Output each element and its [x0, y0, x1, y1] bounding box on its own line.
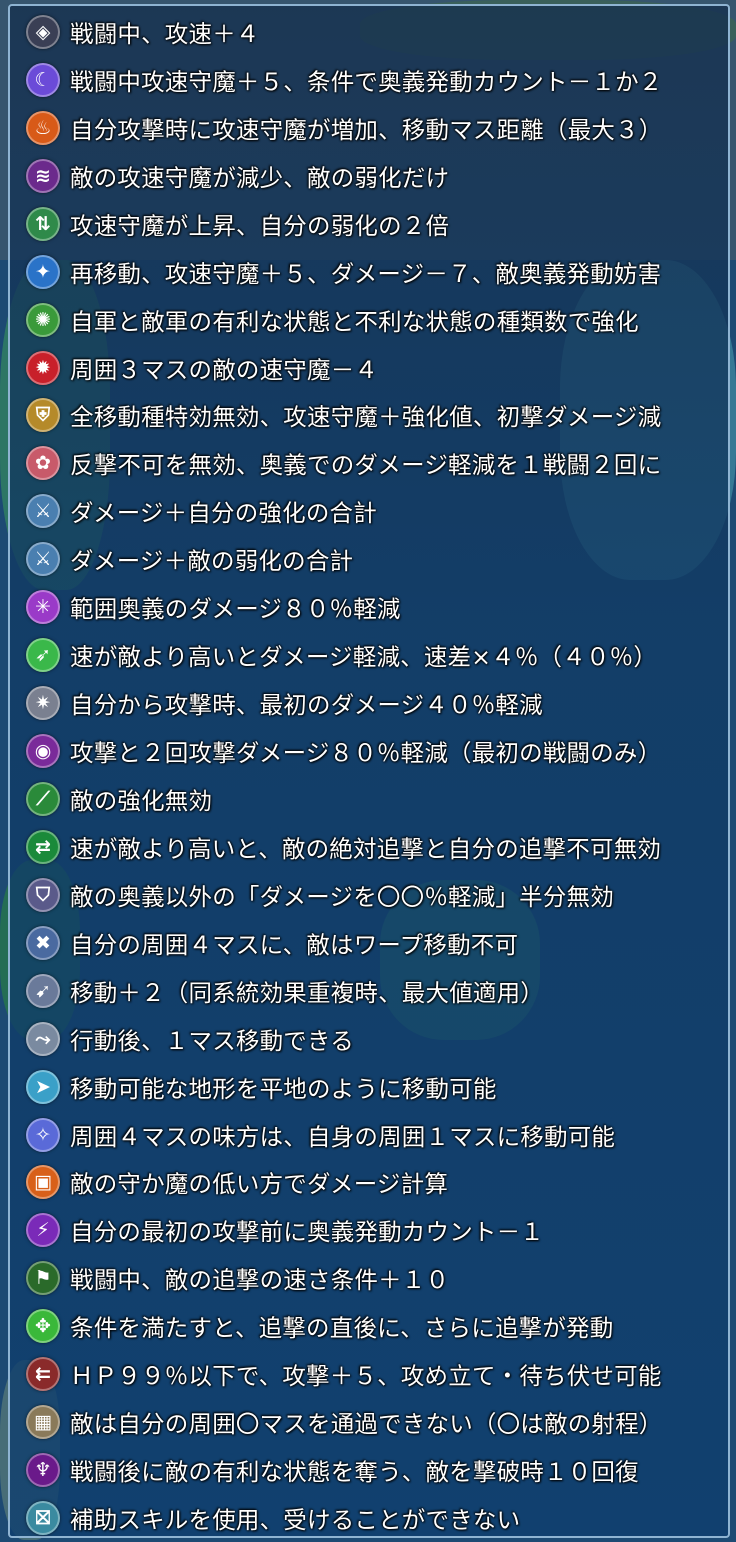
- skill-text: 再移動、攻速守魔＋５、ダメージ－７、敵奥義発動妨害: [70, 259, 662, 288]
- assist-block-icon: ⛝: [26, 1501, 60, 1536]
- flame-icon: ♨: [26, 110, 60, 145]
- skill-row: ♨ 自分攻撃時に攻速守魔が増加、移動マス距離（最大３）: [12, 104, 726, 152]
- warp-block-icon: ✖: [26, 925, 60, 960]
- pink-seal-icon: ✿: [26, 446, 60, 481]
- green-compass-icon: ✥: [26, 1309, 60, 1344]
- skill-row: ✦ 再移動、攻速守魔＋５、ダメージ－７、敵奥義発動妨害: [12, 248, 726, 296]
- golden-shield-icon: ⛨: [26, 398, 60, 433]
- skill-text: 条件を満たすと、追撃の直後に、さらに追撃が発動: [70, 1314, 614, 1343]
- skill-row: ⇇ ＨＰ９９％以下で、攻撃＋５、攻め立て・待ち伏せ可能: [12, 1350, 726, 1398]
- skill-row: ⚔ ダメージ＋自分の強化の合計: [12, 487, 726, 535]
- skill-row: ☾ 戦闘中攻速守魔＋５、条件で奥義発動カウント－１か２: [12, 56, 726, 104]
- shield-mark-icon: ⛉: [26, 877, 60, 912]
- purple-wand-icon: ⚡: [26, 1213, 60, 1248]
- ally-warp-icon: ✧: [26, 1117, 60, 1152]
- skill-row: ♆ 戦闘後に敵の有利な状態を奪う、敵を撃破時１０回復: [12, 1446, 726, 1494]
- skill-text: ダメージ＋自分の強化の合計: [70, 499, 377, 528]
- sword-down-icon: ⚔: [26, 542, 60, 577]
- skill-text: 周囲４マスの味方は、自身の周囲１マスに移動可能: [70, 1122, 616, 1151]
- skill-text: ダメージ＋敵の弱化の合計: [70, 547, 354, 576]
- skill-text: 行動後、１マス移動できる: [70, 1026, 354, 1055]
- blue-star-icon: ✦: [26, 254, 60, 289]
- skill-text: 攻速守魔が上昇、自分の弱化の２倍: [70, 211, 450, 240]
- skill-text: 戦闘中、敵の追撃の速さ条件＋１０: [70, 1266, 450, 1295]
- sword-up-icon: ⚔: [26, 494, 60, 529]
- skill-row: ◈ 戦闘中、攻速＋４: [12, 8, 726, 56]
- skill-row: ≋ 敵の攻速守魔が減少、敵の弱化だけ: [12, 152, 726, 200]
- skill-row: ⛨ 全移動種特効無効、攻速守魔＋強化値、初撃ダメージ減: [12, 392, 726, 440]
- skill-text: 敵の攻速守魔が減少、敵の弱化だけ: [70, 163, 450, 192]
- skill-text: 反撃不可を無効、奥義でのダメージ軽減を１戦闘２回に: [70, 451, 662, 480]
- purple-flame-icon: ♆: [26, 1453, 60, 1488]
- skill-row: ✹ 周囲３マスの敵の速守魔－４: [12, 344, 726, 392]
- green-slash-icon: ⟋: [26, 781, 60, 816]
- skill-text: 全移動種特効無効、攻速守魔＋強化値、初撃ダメージ減: [70, 403, 662, 432]
- skill-row: ▣ 敵の守か魔の低い方でダメージ計算: [12, 1159, 726, 1207]
- skill-row: ⛉ 敵の奥義以外の「ダメージを〇〇％軽減」半分無効: [12, 871, 726, 919]
- skill-row: ⤳ 行動後、１マス移動できる: [12, 1015, 726, 1063]
- skill-row: ⇄ 速が敵より高いと、敵の絶対追撃と自分の追撃不可無効: [12, 823, 726, 871]
- skill-row: ➤ 移動可能な地形を平地のように移動可能: [12, 1063, 726, 1111]
- runner-icon: ➶: [26, 638, 60, 673]
- moon-swirl-icon: ☾: [26, 62, 60, 97]
- red-runner-icon: ⚑: [26, 1261, 60, 1296]
- skill-row: ✷ 自分から攻撃時、最初のダメージ４０％軽減: [12, 679, 726, 727]
- skill-text: 敵は自分の周囲〇マスを通過できない（〇は敵の射程）: [70, 1410, 663, 1439]
- skill-row: ▦ 敵は自分の周囲〇マスを通過できない（〇は敵の射程）: [12, 1398, 726, 1446]
- skill-row: ✖ 自分の周囲４マスに、敵はワープ移動不可: [12, 919, 726, 967]
- skill-row: ⟋ 敵の強化無効: [12, 775, 726, 823]
- buff-arrows-icon: ⇅: [26, 206, 60, 241]
- skill-row: ✳ 範囲奥義のダメージ８０％軽減: [12, 583, 726, 631]
- skill-text: 移動可能な地形を平地のように移動可能: [70, 1074, 497, 1103]
- dark-orb-icon: ◉: [26, 734, 60, 769]
- rainbow-swirl-icon: ✺: [26, 302, 60, 337]
- skill-row: ⚑ 戦闘中、敵の追撃の速さ条件＋１０: [12, 1254, 726, 1302]
- skill-text: 敵の強化無効: [70, 786, 213, 815]
- skill-text: 移動＋２（同系統効果重複時、最大値適用）: [70, 978, 544, 1007]
- skill-text: 自分攻撃時に攻速守魔が増加、移動マス距離（最大３）: [70, 115, 663, 144]
- skill-text: 自軍と敵軍の有利な状態と不利な状態の種類数で強化: [70, 307, 639, 336]
- skill-text: 周囲３マスの敵の速守魔－４: [70, 355, 379, 384]
- skill-text: 自分の周囲４マスに、敵はワープ移動不可: [70, 930, 519, 959]
- skill-text: 速が敵より高いとダメージ軽減、速差×４％（４０％）: [70, 643, 658, 672]
- skill-text: ＨＰ９９％以下で、攻撃＋５、攻め立て・待ち伏せ可能: [70, 1362, 662, 1391]
- brick-wall-icon: ▦: [26, 1405, 60, 1440]
- skill-text: 戦闘中攻速守魔＋５、条件で奥義発動カウント－１か２: [70, 67, 663, 96]
- terrain-move-icon: ➤: [26, 1069, 60, 1104]
- skill-text: 自分から攻撃時、最初のダメージ４０％軽減: [70, 691, 543, 720]
- skill-row: ⛝ 補助スキルを使用、受けることができない: [12, 1494, 726, 1542]
- skill-text: 自分の最初の攻撃前に奥義発動カウント－１: [70, 1218, 544, 1247]
- skill-row: ⇅ 攻速守魔が上昇、自分の弱化の２倍: [12, 200, 726, 248]
- skill-text: 範囲奥義のダメージ８０％軽減: [70, 595, 401, 624]
- magic-burst-icon: ✳: [26, 590, 60, 625]
- skill-row: ✥ 条件を満たすと、追撃の直後に、さらに追撃が発動: [12, 1302, 726, 1350]
- canto-icon: ⤳: [26, 1021, 60, 1056]
- skill-row: ✿ 反撃不可を無効、奥義でのダメージ軽減を１戦闘２回に: [12, 439, 726, 487]
- skill-text: 速が敵より高いと、敵の絶対追撃と自分の追撃不可無効: [70, 834, 662, 863]
- skill-row: ✧ 周囲４マスの味方は、自身の周囲１マスに移動可能: [12, 1111, 726, 1159]
- skill-text: 攻撃と２回攻撃ダメージ８０％軽減（最初の戦闘のみ）: [70, 739, 662, 768]
- skill-text: 敵の守か魔の低い方でダメージ計算: [70, 1170, 449, 1199]
- diamond-arrow-icon: ◈: [26, 14, 60, 49]
- skill-legend-panel: ◈ 戦闘中、攻速＋４ ☾ 戦闘中攻速守魔＋５、条件で奥義発動カウント－１か２ ♨…: [8, 4, 730, 1538]
- red-beast-icon: ✹: [26, 350, 60, 385]
- skill-text: 補助スキルを使用、受けることができない: [70, 1506, 521, 1535]
- skill-text: 敵の奥義以外の「ダメージを〇〇％軽減」半分無効: [70, 882, 614, 911]
- skill-row: ➹ 移動＋２（同系統効果重複時、最大値適用）: [12, 967, 726, 1015]
- skill-text: 戦闘後に敵の有利な状態を奪う、敵を撃破時１０回復: [70, 1458, 639, 1487]
- skill-row: ✺ 自軍と敵軍の有利な状態と不利な状態の種類数で強化: [12, 296, 726, 344]
- skill-row: ⚡ 自分の最初の攻撃前に奥義発動カウント－１: [12, 1206, 726, 1254]
- skill-row: ➶ 速が敵より高いとダメージ軽減、速差×４％（４０％）: [12, 631, 726, 679]
- boot-icon: ➹: [26, 973, 60, 1008]
- purple-waves-icon: ≋: [26, 158, 60, 193]
- orange-square-icon: ▣: [26, 1165, 60, 1200]
- skill-row: ◉ 攻撃と２回攻撃ダメージ８０％軽減（最初の戦闘のみ）: [12, 727, 726, 775]
- red-arrow-eye-icon: ⇄: [26, 829, 60, 864]
- skill-text: 戦闘中、攻速＋４: [70, 19, 260, 48]
- red-arrows-icon: ⇇: [26, 1357, 60, 1392]
- skill-row: ⚔ ダメージ＋敵の弱化の合計: [12, 535, 726, 583]
- shield-spark-icon: ✷: [26, 686, 60, 721]
